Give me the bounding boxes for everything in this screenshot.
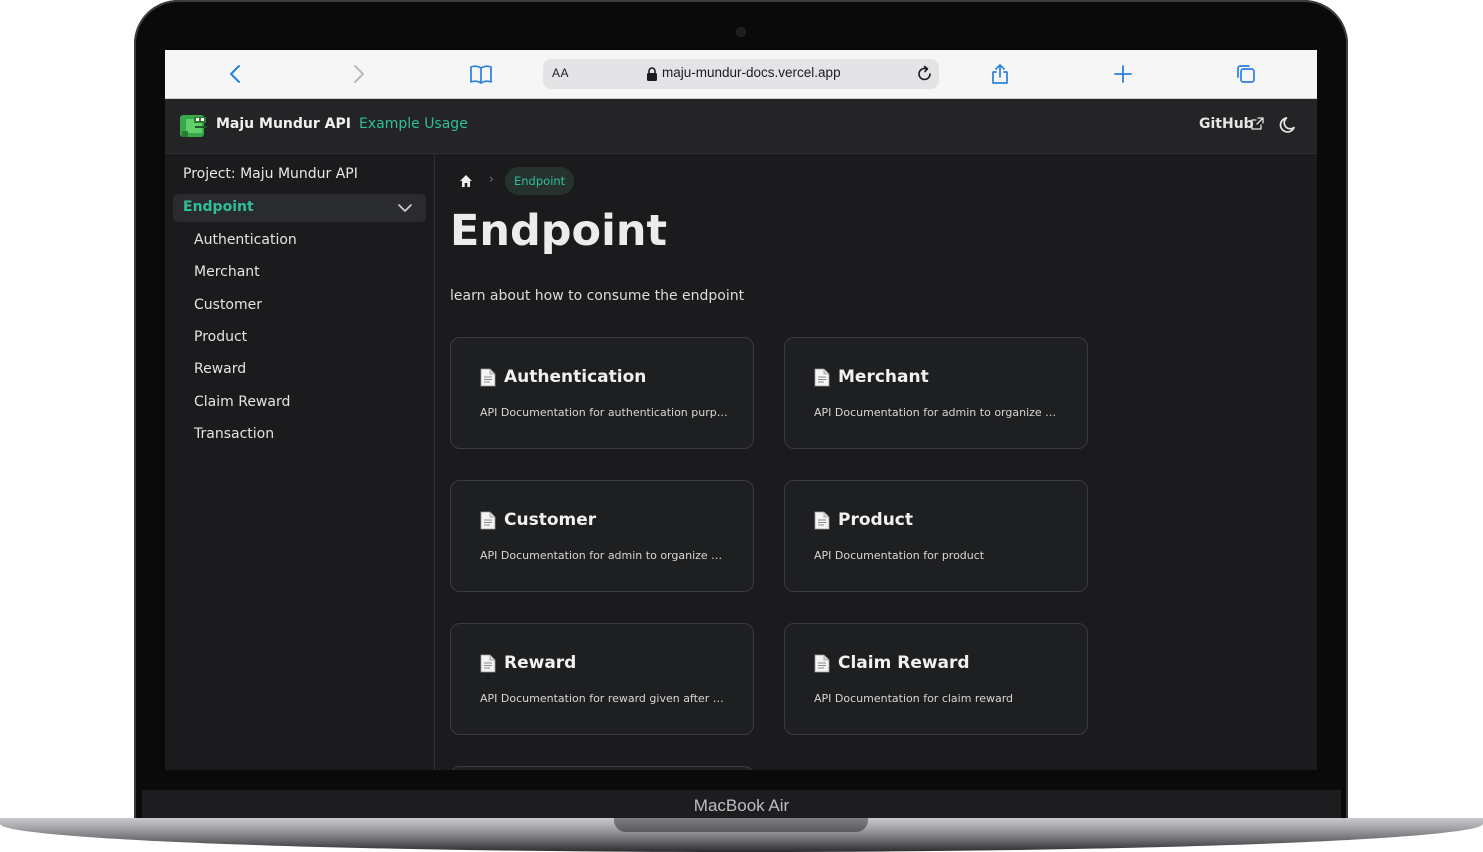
reload-icon[interactable]: [915, 64, 935, 84]
lock-icon: [647, 67, 657, 81]
card-partial[interactable]: [450, 766, 754, 770]
external-link-icon: [1251, 117, 1264, 130]
laptop-notch: [614, 818, 868, 832]
card-merchant[interactable]: Merchant API Documentation for admin to …: [784, 337, 1088, 449]
url-text: maju-mundur-docs.vercel.app: [662, 65, 841, 80]
card-title: Authentication: [504, 367, 647, 387]
document-icon: [480, 511, 496, 529]
forward-icon[interactable]: [346, 62, 370, 86]
site-navbar: Maju Mundur API Example Usage GitHub: [165, 99, 1317, 154]
address-bar[interactable]: AA maju-mundur-docs.vercel.app: [543, 59, 939, 89]
chevron-down-icon[interactable]: [397, 200, 413, 216]
sidebar-item-transaction[interactable]: Transaction: [194, 426, 274, 442]
document-icon: [814, 654, 830, 672]
card-description: API Documentation for admin to organize …: [814, 406, 1062, 419]
sidebar-item-customer[interactable]: Customer: [194, 297, 262, 313]
tabs-icon[interactable]: [1234, 62, 1258, 86]
card-customer[interactable]: Customer API Documentation for admin to …: [450, 480, 754, 592]
sidebar-project[interactable]: Project: Maju Mundur API: [183, 166, 358, 182]
sidebar-section-label: Endpoint: [183, 199, 254, 215]
screen: AA maju-mundur-docs.vercel.app Maju Mund…: [165, 50, 1317, 770]
card-description: API Documentation for claim reward: [814, 692, 1014, 705]
back-icon[interactable]: [224, 62, 248, 86]
moon-icon[interactable]: [1278, 115, 1298, 135]
home-icon[interactable]: [459, 174, 473, 188]
sidebar-item-claim-reward[interactable]: Claim Reward: [194, 394, 290, 410]
card-description: API Documentation for authentication pur…: [480, 406, 728, 419]
bookmarks-icon[interactable]: [469, 62, 493, 86]
brand-title[interactable]: Maju Mundur API: [216, 116, 351, 132]
page-description: learn about how to consume the endpoint: [450, 288, 745, 304]
card-description: API Documentation for product: [814, 549, 985, 562]
main-content: › Endpoint Endpoint learn about how to c…: [435, 154, 1317, 770]
card-title: Product: [838, 510, 913, 530]
github-link[interactable]: GitHub: [1199, 116, 1254, 132]
sidebar-item-product[interactable]: Product: [194, 329, 247, 345]
card-authentication[interactable]: Authentication API Documentation for aut…: [450, 337, 754, 449]
card-claim-reward[interactable]: Claim Reward API Documentation for claim…: [784, 623, 1088, 735]
card-title: Claim Reward: [838, 653, 970, 673]
document-icon: [480, 654, 496, 672]
document-icon: [480, 368, 496, 386]
sidebar-item-endpoint[interactable]: Endpoint: [173, 194, 426, 222]
card-title: Merchant: [838, 367, 929, 387]
sidebar-item-merchant[interactable]: Merchant: [194, 264, 260, 280]
logo[interactable]: [180, 113, 208, 139]
card-product[interactable]: Product API Documentation for product: [784, 480, 1088, 592]
card-reward[interactable]: Reward API Documentation for reward give…: [450, 623, 754, 735]
sidebar: Project: Maju Mundur API Endpoint Authen…: [165, 154, 435, 770]
card-title: Reward: [504, 653, 577, 673]
reader-button[interactable]: AA: [552, 66, 569, 80]
breadcrumb-current[interactable]: Endpoint: [505, 167, 575, 195]
breadcrumb-separator: ›: [489, 172, 494, 186]
device-label: MacBook Air: [693, 796, 790, 815]
document-icon: [814, 511, 830, 529]
sidebar-item-reward[interactable]: Reward: [194, 361, 246, 377]
document-icon: [814, 368, 830, 386]
camera: [737, 28, 745, 36]
card-title: Customer: [504, 510, 597, 530]
card-description: API Documentation for reward given after…: [480, 692, 728, 705]
browser-toolbar: AA maju-mundur-docs.vercel.app: [165, 50, 1317, 99]
new-tab-icon[interactable]: [1111, 62, 1135, 86]
sidebar-item-authentication[interactable]: Authentication: [194, 232, 297, 248]
nav-example-usage[interactable]: Example Usage: [359, 116, 468, 132]
card-description: API Documentation for admin to organize …: [480, 549, 728, 562]
page-title: Endpoint: [450, 206, 667, 256]
share-icon[interactable]: [988, 62, 1012, 86]
